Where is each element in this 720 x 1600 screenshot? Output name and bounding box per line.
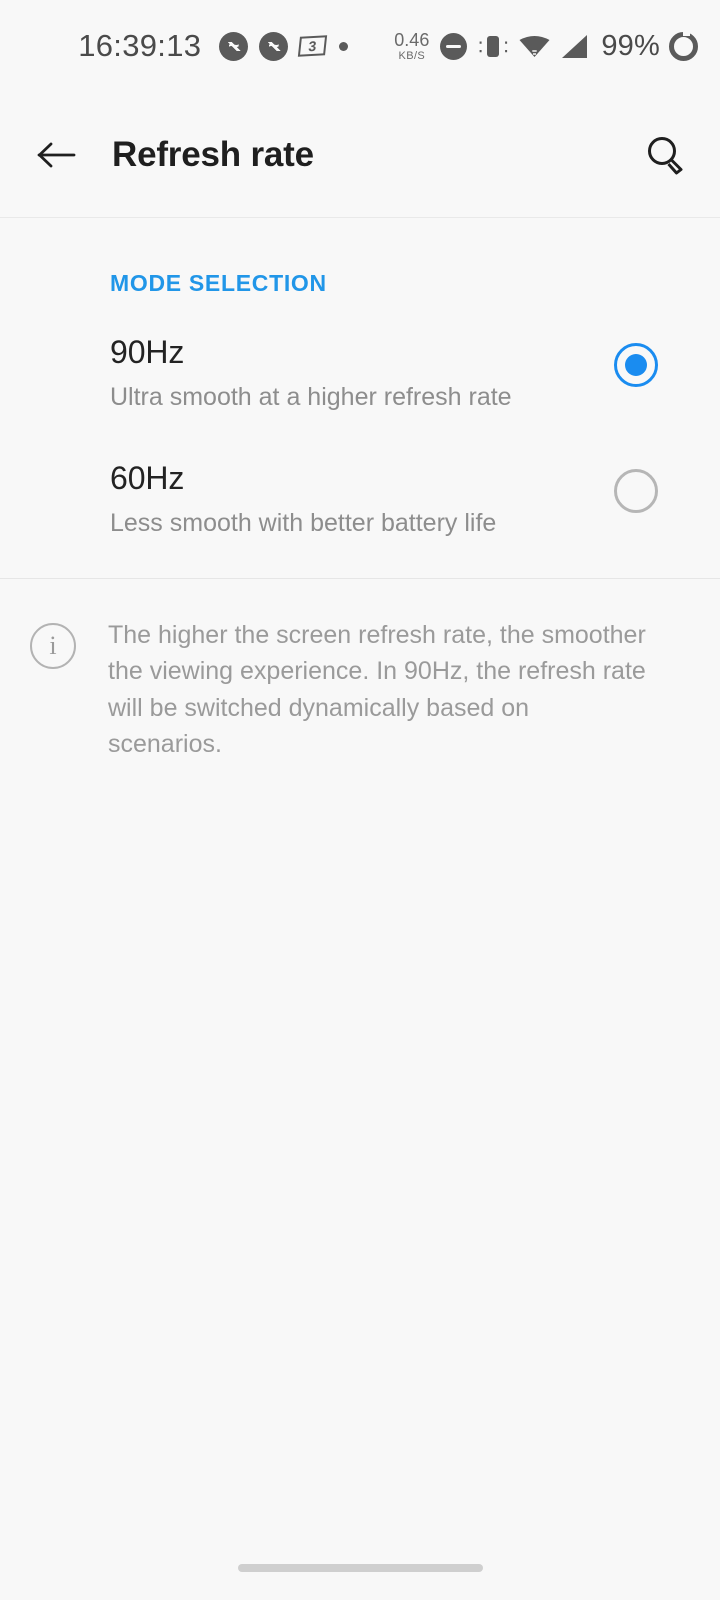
- option-row-60hz[interactable]: 60Hz Less smooth with better battery lif…: [0, 435, 720, 561]
- phone-screen: 16:39:13 ~ ~ 3 0.46 KB/S ⁚ ⁚ 99% Refresh…: [0, 0, 720, 1600]
- status-bar-clock: 16:39:13: [78, 28, 202, 63]
- messenger-icon: ~: [219, 31, 249, 61]
- option-texts: 90Hz Ultra smooth at a higher refresh ra…: [110, 331, 614, 413]
- status-bar: 16:39:13 ~ ~ 3 0.46 KB/S ⁚ ⁚ 99%: [0, 0, 720, 92]
- option-texts: 60Hz Less smooth with better battery lif…: [110, 457, 614, 539]
- network-speed-indicator: 0.46 KB/S: [394, 31, 429, 62]
- battery-percentage: 99%: [601, 29, 660, 62]
- wifi-icon: [519, 34, 550, 58]
- cellular-signal-icon: [559, 34, 589, 59]
- info-icon: i: [30, 623, 76, 670]
- vibrate-icon: ⁚ ⁚: [478, 33, 508, 60]
- app-bar: Refresh rate: [0, 92, 720, 218]
- page-title: Refresh rate: [112, 134, 314, 174]
- option-row-90hz[interactable]: 90Hz Ultra smooth at a higher refresh ra…: [0, 309, 720, 435]
- search-icon[interactable]: [636, 126, 694, 184]
- do-not-disturb-icon: [440, 32, 468, 60]
- network-speed-value: 0.46: [394, 29, 430, 50]
- option-subtitle: Less smooth with better battery life: [110, 509, 497, 538]
- battery-ring-icon: [669, 30, 698, 61]
- status-bar-icons: ~ ~ 3 0.46 KB/S ⁚ ⁚ 99%: [219, 30, 698, 63]
- section-header-mode-selection: MODE SELECTION: [110, 270, 327, 296]
- messenger-icon: ~: [259, 31, 289, 61]
- badge-3-icon: 3: [298, 35, 328, 57]
- option-subtitle: Ultra smooth at a higher refresh rate: [110, 383, 512, 412]
- option-title: 90Hz: [110, 334, 185, 370]
- network-speed-unit: KB/S: [398, 49, 426, 62]
- info-text: The higher the screen refresh rate, the …: [108, 621, 646, 758]
- option-title: 60Hz: [110, 460, 185, 497]
- back-arrow-icon[interactable]: [28, 126, 86, 184]
- settings-content: MODE SELECTION 90Hz Ultra smooth at a hi…: [0, 218, 720, 763]
- radio-button-90hz[interactable]: [614, 343, 658, 387]
- home-gesture-pill[interactable]: [237, 1564, 483, 1572]
- navigation-bar: [0, 1536, 720, 1600]
- radio-button-60hz[interactable]: [614, 469, 658, 514]
- info-banner: i The higher the screen refresh rate, th…: [0, 579, 720, 762]
- refresh-rate-option-list: 90Hz Ultra smooth at a higher refresh ra…: [0, 297, 720, 562]
- dot-icon: [339, 41, 349, 51]
